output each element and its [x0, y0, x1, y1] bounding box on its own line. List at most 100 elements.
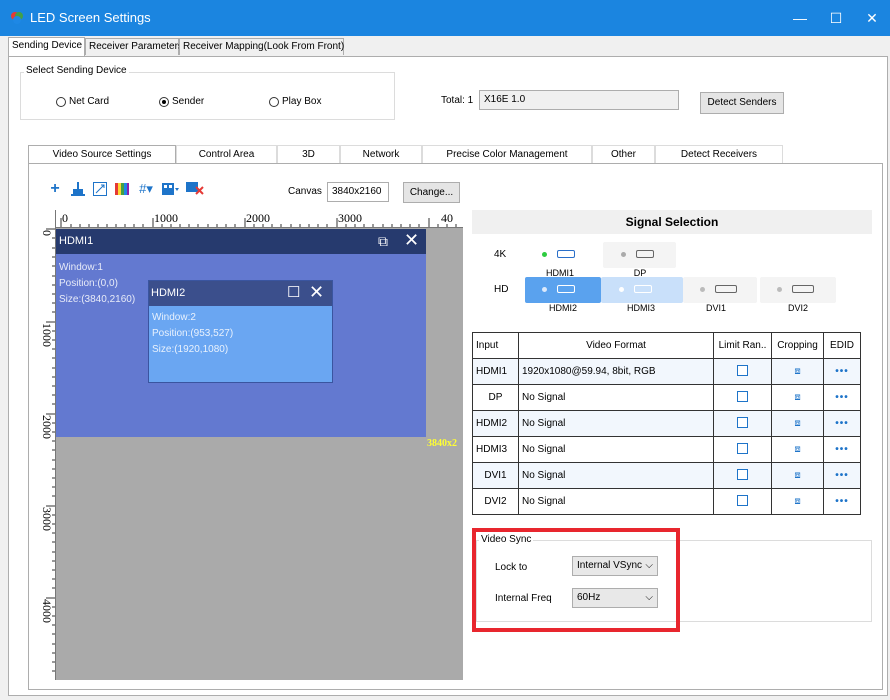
close-button[interactable]: ✕ — [862, 8, 882, 28]
tab-receiver-mapping[interactable]: Receiver Mapping(Look From Front) — [179, 38, 344, 55]
delete-icon[interactable] — [186, 180, 204, 196]
status-dot-icon — [542, 287, 547, 292]
close-icon[interactable]: ✕ — [404, 230, 419, 251]
window-hdmi2-titlebar[interactable]: HDMI2 ☐ ✕ — [149, 281, 332, 306]
signal-hdmi2[interactable] — [525, 277, 601, 303]
close-icon[interactable]: ✕ — [309, 282, 324, 303]
signal-dvi2[interactable] — [760, 277, 836, 303]
signal-dvi1[interactable] — [683, 277, 757, 303]
signal-dp[interactable] — [603, 242, 676, 268]
status-dot-icon — [700, 287, 705, 292]
cell-input: DVI1 — [472, 462, 519, 489]
sub-tab-bar: Video Source Settings Control Area 3D Ne… — [28, 145, 788, 164]
radio-sender-label: Sender — [172, 96, 205, 107]
change-canvas-button[interactable]: Change... — [403, 182, 460, 203]
tab-video-source-settings[interactable]: Video Source Settings — [28, 145, 176, 164]
edid-more-icon[interactable]: ••• — [835, 470, 849, 481]
cell-input: DP — [472, 384, 519, 411]
status-dot-icon — [542, 252, 547, 257]
canvas-size-field[interactable]: 3840x2160 — [327, 182, 389, 202]
table-row[interactable]: HDMI1 1920x1080@59.94, 8bit, RGB ⧈ ••• — [472, 358, 861, 385]
align-bottom-icon[interactable] — [71, 182, 85, 196]
cell-input: HDMI3 — [472, 436, 519, 463]
table-row[interactable]: DVI2 No Signal ⧈ ••• — [472, 488, 861, 515]
limit-range-checkbox[interactable] — [737, 416, 748, 428]
tab-3d[interactable]: 3D — [277, 145, 340, 164]
device-field[interactable]: X16E 1.0 — [479, 90, 679, 110]
layout-icon[interactable] — [162, 182, 180, 196]
edid-more-icon[interactable]: ••• — [835, 366, 849, 377]
col-format-header: Video Format — [518, 332, 714, 359]
tab-other[interactable]: Other — [592, 145, 655, 164]
radio-sender[interactable] — [159, 97, 169, 107]
tab-network[interactable]: Network — [340, 145, 422, 164]
video-format-table: Input Video Format Limit Ran.. Cropping … — [472, 332, 861, 515]
crop-icon[interactable]: ⧈ — [794, 366, 800, 377]
tab-sending-device[interactable]: Sending Device — [8, 37, 85, 56]
canvas-label: Canvas — [288, 186, 322, 197]
crop-icon[interactable]: ⧈ — [794, 496, 800, 507]
crop-icon[interactable]: ⧈ — [794, 418, 800, 429]
tab-control-area[interactable]: Control Area — [176, 145, 277, 164]
window-hdmi1-titlebar[interactable]: HDMI1 ⧉ ✕ — [56, 229, 426, 254]
radio-net-card[interactable] — [56, 97, 66, 107]
edid-more-icon[interactable]: ••• — [835, 392, 849, 403]
limit-range-checkbox[interactable] — [737, 390, 748, 402]
maximize-icon[interactable]: ☐ — [287, 283, 300, 301]
dvi-port-icon — [715, 285, 737, 293]
fit-icon[interactable] — [93, 182, 107, 196]
signal-hdmi1[interactable] — [525, 242, 595, 268]
window-hdmi2[interactable]: HDMI2 ☐ ✕ Window:2 Position:(953,527) Si… — [148, 280, 333, 383]
cell-format: No Signal — [518, 410, 714, 437]
window-hdmi2-line: Window:2 — [152, 312, 196, 323]
limit-range-checkbox[interactable] — [737, 494, 748, 506]
status-dot-icon — [619, 287, 624, 292]
restore-icon[interactable]: ⧉ — [378, 233, 388, 250]
ruler-top: 0 1000 2000 3000 40 — [38, 210, 463, 228]
table-row[interactable]: DVI1 No Signal ⧈ ••• — [472, 462, 861, 489]
ruler-top-label: 0 — [62, 211, 68, 225]
window-title: LED Screen Settings — [30, 10, 151, 25]
table-row[interactable]: HDMI3 No Signal ⧈ ••• — [472, 436, 861, 463]
canvas-size-text: 3840x2 — [427, 438, 457, 449]
signal-caption: DVI2 — [787, 303, 808, 313]
crop-icon[interactable]: ⧈ — [794, 392, 800, 403]
table-row[interactable]: HDMI2 No Signal ⧈ ••• — [472, 410, 861, 437]
maximize-button[interactable]: ☐ — [826, 8, 846, 28]
tab-detect-receivers[interactable]: Detect Receivers — [655, 145, 783, 164]
radio-net-card-label: Net Card — [69, 96, 110, 107]
ruler-left: 0 1000 2000 3000 4000 — [38, 210, 56, 680]
table-row[interactable]: DP No Signal ⧈ ••• — [472, 384, 861, 411]
detect-senders-button[interactable]: Detect Senders — [700, 92, 784, 114]
edid-more-icon[interactable]: ••• — [835, 418, 849, 429]
crop-icon[interactable]: ⧈ — [794, 470, 800, 481]
table-header-row: Input Video Format Limit Ran.. Cropping … — [472, 332, 861, 359]
cell-input: HDMI2 — [472, 410, 519, 437]
tab-receiver-parameters[interactable]: Receiver Parameters — [85, 38, 183, 55]
window-hdmi1-line: Position:(0,0) — [59, 278, 118, 289]
minimize-button[interactable]: — — [790, 8, 810, 28]
radio-play-box[interactable] — [269, 97, 279, 107]
grid-icon[interactable]: #▾ — [137, 182, 155, 196]
edid-more-icon[interactable]: ••• — [835, 496, 849, 507]
tab-precise-color[interactable]: Precise Color Management — [422, 145, 592, 164]
col-limit-range-header: Limit Ran.. — [713, 332, 772, 359]
limit-range-checkbox[interactable] — [737, 468, 748, 480]
col-edid-header: EDID — [823, 332, 861, 359]
signal-selection-title: Signal Selection — [472, 210, 872, 234]
ruler-left-label: 0 — [40, 230, 54, 236]
limit-range-checkbox[interactable] — [737, 442, 748, 454]
color-bars-icon[interactable] — [115, 182, 129, 196]
crop-icon[interactable]: ⧈ — [794, 444, 800, 455]
ruler-top-label: 40 — [441, 211, 453, 225]
dvi-port-icon — [792, 285, 814, 293]
col-input-header: Input — [472, 332, 519, 359]
signal-hdmi3[interactable] — [601, 277, 683, 303]
limit-range-checkbox[interactable] — [737, 364, 748, 376]
title-bar: LED Screen Settings — ☐ ✕ — [0, 0, 890, 36]
add-icon[interactable]: + — [48, 181, 62, 197]
ruler-top-label: 3000 — [338, 211, 362, 225]
hdmi-port-icon — [557, 285, 575, 293]
edid-more-icon[interactable]: ••• — [835, 444, 849, 455]
window-hdmi1-title: HDMI1 — [59, 235, 94, 247]
